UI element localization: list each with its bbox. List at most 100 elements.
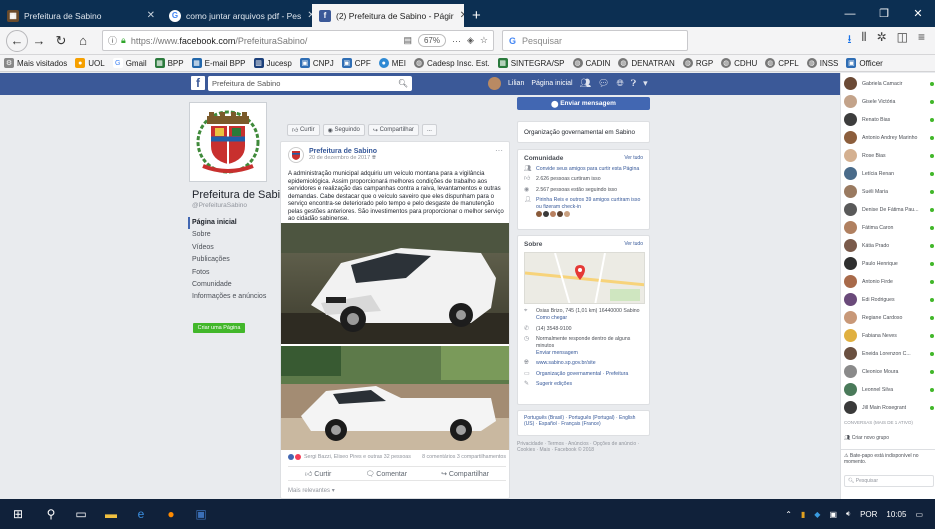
create-page-button[interactable]: Criar uma Página xyxy=(193,323,245,333)
network-icon[interactable]: ▣ xyxy=(829,510,837,519)
tray-app-icon[interactable]: ▮ xyxy=(801,510,805,519)
bookmark-item[interactable]: ◍ Cadesp Insc. Est. xyxy=(414,58,490,68)
user-avatar[interactable] xyxy=(488,77,501,90)
reader-view-icon[interactable]: ▤ xyxy=(403,35,412,46)
forward-button[interactable]: → xyxy=(28,30,50,52)
bookmark-item[interactable]: ◍ INSS xyxy=(806,58,838,68)
chat-contact[interactable]: Fátima Caron xyxy=(844,220,934,235)
post-reactions[interactable]: Sergi Bazzi, Eliseo Pires e outras 32 pe… xyxy=(288,454,506,460)
post-options-icon[interactable]: ··· xyxy=(495,146,503,155)
bookmark-item[interactable]: ▣ CNPJ xyxy=(299,58,334,68)
avatar[interactable] xyxy=(543,211,549,218)
close-tab-icon[interactable]: ✕ xyxy=(141,10,155,21)
tray-app-icon[interactable]: ◆ xyxy=(814,510,820,519)
home-link[interactable]: Página inicial xyxy=(531,80,572,87)
tab-pdf-search[interactable]: G como juntar arquivos pdf - Pes ✕ xyxy=(162,4,312,27)
input-language[interactable]: POR xyxy=(860,510,877,519)
bookmark-item[interactable]: ◍ DENATRAN xyxy=(618,58,675,68)
zoom-level[interactable]: 67% xyxy=(417,34,446,47)
facebook-logo-icon[interactable]: f xyxy=(191,76,205,90)
notifications-icon[interactable]: 🌐︎ xyxy=(616,78,623,89)
bookmark-item[interactable]: ◍ RGP xyxy=(682,58,713,68)
menu-icon[interactable]: ≡ xyxy=(918,30,925,51)
bookmark-item[interactable]: ◍ CPFL xyxy=(765,58,799,68)
new-tab-button[interactable]: + xyxy=(464,4,489,27)
page-actions-icon[interactable]: ··· xyxy=(452,36,461,46)
bookmark-item[interactable]: ▦ E-mail BPP xyxy=(191,58,246,68)
community-see-all[interactable]: Ver tudo xyxy=(624,155,643,162)
post-photo-2[interactable] xyxy=(281,346,509,450)
firefox-icon[interactable]: ● xyxy=(156,499,186,529)
facebook-search-input[interactable]: Prefeitura de Sabino 🔍︎ xyxy=(208,76,412,91)
send-message-button[interactable]: ⬤ Enviar mensagem xyxy=(517,97,650,110)
close-tab-icon[interactable]: ✕ xyxy=(301,10,312,21)
friend-requests-icon[interactable]: 👥︎ xyxy=(580,78,591,89)
avatar[interactable] xyxy=(536,211,542,218)
comments-shares-count[interactable]: 8 comentários 3 compartilhamentos xyxy=(422,454,506,460)
library-icon[interactable]: ⫴ xyxy=(862,30,867,51)
windows-start-icon[interactable]: ⊞ xyxy=(0,499,36,529)
chevron-up-icon[interactable]: ⌃ xyxy=(785,510,792,519)
bookmark-item[interactable]: ● UOL xyxy=(75,58,105,68)
sidebar-icon[interactable]: ◫ xyxy=(897,30,908,51)
post-author[interactable]: Prefeitura de Sabino xyxy=(309,148,377,155)
chat-contact[interactable]: Fabiana Neves xyxy=(844,328,934,343)
chat-contact[interactable]: Eneida Lorenzon C... xyxy=(844,346,934,361)
bookmark-item[interactable]: ▦ SINTEGRA/SP xyxy=(497,58,565,68)
bookmark-item[interactable]: ▣ Officer xyxy=(846,58,883,68)
chat-contact[interactable]: Antonio Firde xyxy=(844,274,934,289)
nav-info-ads[interactable]: Informações e anúncios xyxy=(192,291,274,303)
search-bar[interactable]: G Pesquisar xyxy=(502,30,688,51)
chat-search-input[interactable]: 🔍︎ Pesquisar xyxy=(844,475,934,487)
post-like-button[interactable]: 👍︎ Curtir xyxy=(305,469,331,478)
chat-contact[interactable]: Gabriela Camacir xyxy=(844,76,934,91)
search-icon[interactable]: 🔍︎ xyxy=(398,79,408,88)
more-conversations[interactable]: CONVERSAS (MAIS DE 1 ATIVO) xyxy=(844,420,934,425)
post-author-avatar[interactable] xyxy=(288,147,304,163)
download-icon[interactable]: ⭳ xyxy=(847,30,851,51)
user-name[interactable]: Lilian xyxy=(508,80,524,87)
chat-contact[interactable]: Regiane Cardoso xyxy=(844,310,934,325)
bookmark-item[interactable]: ● MEI xyxy=(378,58,406,68)
share-page-button[interactable]: ↪ Compartilhar xyxy=(367,124,419,136)
nav-posts[interactable]: Publicações xyxy=(192,254,274,266)
send-message-link[interactable]: Enviar mensagem xyxy=(536,350,578,356)
nav-community[interactable]: Comunidade xyxy=(192,279,274,291)
bookmark-item[interactable]: ⚙ Mais visitados xyxy=(4,58,67,68)
notifications-icon[interactable]: ▭ xyxy=(915,510,923,519)
tab-facebook[interactable]: f (2) Prefeitura de Sabino - Págir ✕ xyxy=(312,4,464,27)
bookmark-item[interactable]: G Gmail xyxy=(112,58,147,68)
chat-contact[interactable]: Leonnel Silva xyxy=(844,382,934,397)
new-group-link[interactable]: 👥︎ Criar novo grupo xyxy=(844,435,934,441)
tab-prefeitura[interactable]: ▦ Prefeitura de Sabino ✕ xyxy=(0,4,162,27)
close-tab-icon[interactable]: ✕ xyxy=(454,10,464,21)
page-profile-picture[interactable] xyxy=(190,103,266,181)
info-icon[interactable]: ⓘ xyxy=(108,34,117,47)
following-button[interactable]: ◉ Seguindo xyxy=(322,124,365,136)
chat-contact[interactable]: Renato Bias xyxy=(844,112,934,127)
chat-contact[interactable]: Denise De Fátima Pau... xyxy=(844,202,934,217)
chat-contact[interactable]: Gisele Victória xyxy=(844,94,934,109)
chat-contact[interactable]: Edi Rodrigues xyxy=(844,292,934,307)
bookmark-item[interactable]: ▥ Jucesp xyxy=(253,58,292,68)
avatar[interactable] xyxy=(557,211,563,218)
volume-icon[interactable]: 🔉︎ xyxy=(846,509,851,519)
pocket-icon[interactable]: ◈ xyxy=(467,35,474,46)
close-window-icon[interactable]: ✕ xyxy=(901,7,935,20)
post-photo-1[interactable] xyxy=(281,223,509,344)
page-handle[interactable]: @PrefeituraSabino xyxy=(192,202,247,209)
bookmark-item[interactable]: ◍ CDHU xyxy=(721,58,757,68)
maximize-icon[interactable]: ❐ xyxy=(867,7,901,20)
chat-contact[interactable]: Antonio Andrey Marinho xyxy=(844,130,934,145)
chat-contact[interactable]: Paulo Henrique xyxy=(844,256,934,271)
location-map[interactable] xyxy=(524,252,645,304)
comment-sort-dropdown[interactable]: Mais relevantes ▾ xyxy=(288,487,335,494)
bookmark-item[interactable]: ▣ CPF xyxy=(341,58,371,68)
search-icon[interactable]: ⚲ xyxy=(36,499,66,529)
bookmark-star-icon[interactable]: ☆ xyxy=(480,35,488,46)
chat-contact[interactable]: Rose Bias xyxy=(844,148,934,163)
avatar[interactable] xyxy=(550,211,556,218)
facebook-app-icon[interactable]: ▣ xyxy=(186,499,216,529)
clock[interactable]: 10:05 xyxy=(886,510,906,519)
like-page-button[interactable]: 👍︎ Curtir xyxy=(287,124,320,136)
